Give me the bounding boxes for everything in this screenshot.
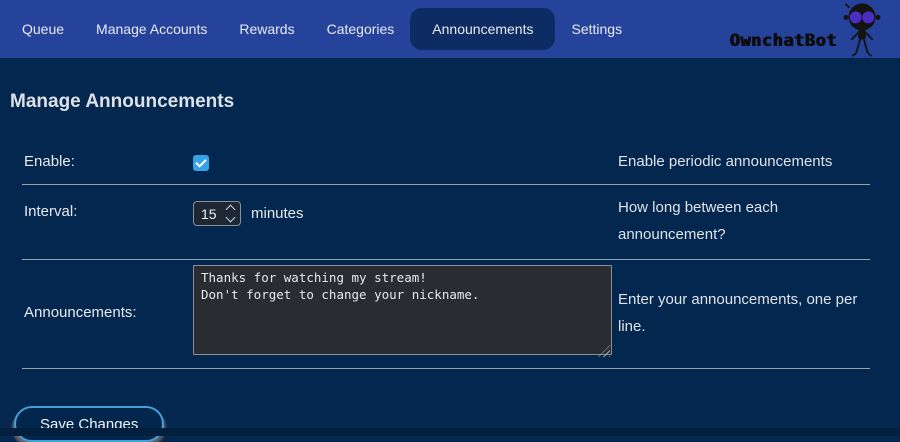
interval-label: Interval: [22, 194, 193, 248]
enable-help-text: Enable periodic announcements [618, 148, 870, 175]
form-row-enable: Enable: Enable periodic announcements [22, 141, 870, 185]
nav-item-settings[interactable]: Settings [555, 0, 638, 58]
nav-item-announcements-active[interactable]: Announcements [410, 8, 555, 50]
top-navbar: Queue Manage Accounts Rewards Categories… [0, 0, 900, 58]
form-row-announcements: Announcements: Thanks for watching my st… [22, 260, 870, 369]
nav-item-categories[interactable]: Categories [311, 0, 411, 58]
nav-item-queue[interactable]: Queue [6, 0, 80, 58]
interval-input[interactable]: 15 [193, 201, 241, 226]
nav-item-manage-accounts[interactable]: Manage Accounts [80, 0, 223, 58]
interval-spinner[interactable] [227, 206, 240, 221]
interval-unit-label: minutes [251, 205, 304, 222]
page-title: Manage Announcements [10, 91, 900, 113]
announcements-help-text: Enter your announcements, one per line. [618, 286, 870, 340]
chevron-down-icon[interactable] [226, 213, 236, 223]
logo-wordmark: OwnchatBot [730, 31, 837, 51]
form-row-interval: Interval: 15 minutes How long between ea… [22, 185, 870, 260]
save-changes-button[interactable]: Save Changes [14, 406, 164, 442]
ownchatbot-logo: OwnchatBot [730, 1, 886, 57]
announcements-label: Announcements: [22, 304, 193, 321]
interval-help-text: How long between each announcement? [618, 194, 870, 248]
bottom-edge-strip [0, 428, 900, 436]
announcements-textarea[interactable]: Thanks for watching my stream! Don't for… [193, 265, 612, 355]
nav-item-rewards[interactable]: Rewards [223, 0, 310, 58]
announcements-form: Enable: Enable periodic announcements In… [22, 141, 870, 369]
interval-value: 15 [194, 206, 227, 222]
robot-mascot-icon [838, 1, 886, 57]
enable-label: Enable: [22, 153, 193, 170]
enable-checkbox[interactable] [193, 155, 209, 171]
checkmark-icon [195, 156, 206, 167]
